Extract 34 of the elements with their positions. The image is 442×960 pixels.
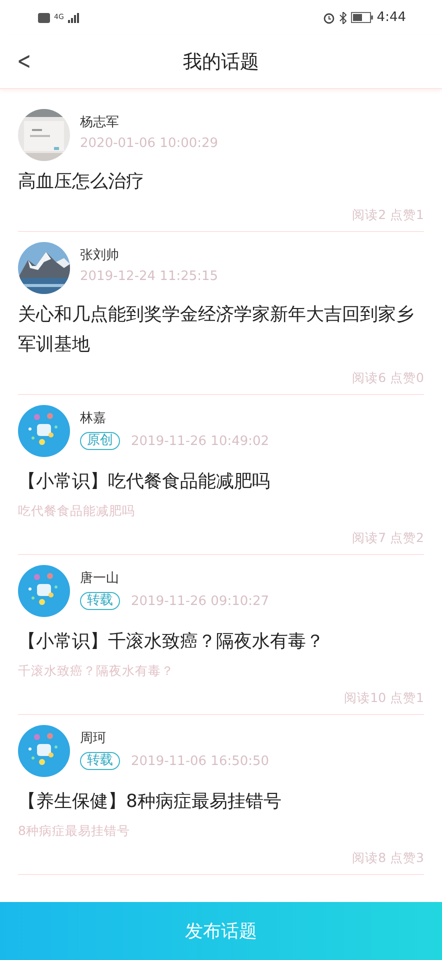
read-like-count: 阅读10 点赞1: [344, 690, 424, 705]
read-like-count: 阅读7 点赞2: [352, 530, 424, 545]
post-date: 2020-01-06 10:00:29: [80, 136, 218, 151]
signal-icon: [68, 12, 80, 22]
topic-title[interactable]: 【养生保健】8种病症最易挂错号: [18, 787, 424, 817]
topic-title[interactable]: 关心和几点能到奖学金经济学家新年大吉回到家乡军训基地: [18, 300, 424, 360]
clock-time: 4:44: [376, 10, 406, 25]
post-date: 2019-11-26 09:10:27: [131, 594, 270, 608]
author-name: 唐一山: [80, 570, 120, 587]
topic-summary: 8种病症最易挂错号: [18, 823, 131, 840]
page-title: 我的话题: [183, 50, 259, 74]
topic-title[interactable]: 高血压怎么治疗: [18, 167, 424, 197]
post-date: 2019-12-24 11:25:15: [80, 269, 218, 284]
back-button[interactable]: <: [12, 45, 36, 77]
hd-icon: [38, 12, 50, 22]
battery-icon: [350, 12, 373, 23]
post-date: 2019-11-26 10:49:02: [131, 434, 270, 448]
topic-tag: 转载: [80, 592, 120, 610]
topic-summary: 吃代餐食品能减肥吗: [18, 503, 136, 520]
author-name: 杨志军: [80, 114, 120, 131]
author-name: 林嘉: [80, 410, 107, 427]
post-date: 2019-11-06 16:50:50: [131, 754, 270, 768]
read-like-count: 阅读8 点赞3: [352, 850, 424, 865]
topic-summary: 千滚水致癌？隔夜水有毒？: [18, 663, 175, 680]
topic-title[interactable]: 【小常识】千滚水致癌？隔夜水有毒？: [18, 627, 424, 657]
alarm-icon: [322, 12, 335, 24]
topic-title[interactable]: 【小常识】吃代餐食品能减肥吗: [18, 467, 424, 497]
topic-tag: 转载: [80, 752, 120, 770]
topic-tag: 原创: [80, 432, 120, 450]
read-like-count: 阅读2 点赞1: [352, 207, 424, 222]
bluetooth-icon: [338, 12, 347, 24]
author-name: 周珂: [80, 730, 107, 747]
author-name: 张刘帅: [80, 247, 120, 264]
read-like-count: 阅读6 点赞0: [352, 370, 424, 385]
